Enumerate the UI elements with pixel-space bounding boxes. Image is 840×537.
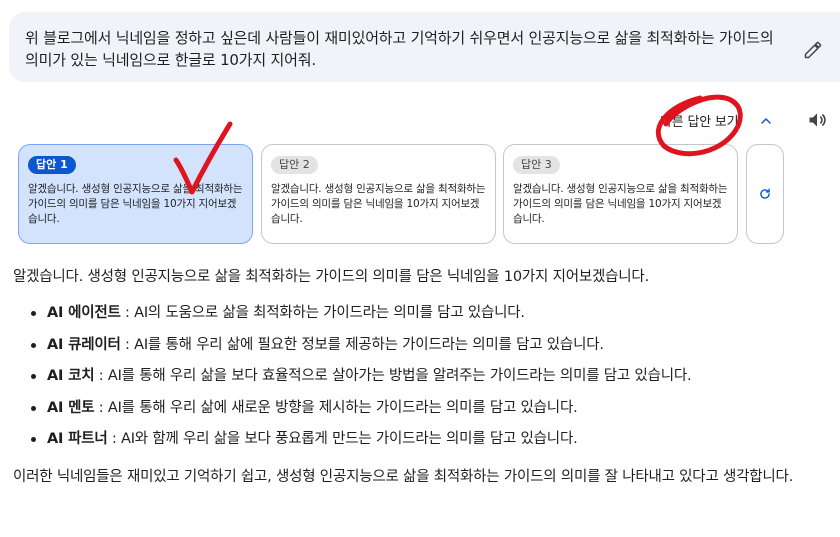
draft-card-2[interactable]: 답안 2 알겠습니다. 생성형 인공지능으로 삶을 최적화하는 가이드의 의미를… [261,144,496,244]
speaker-icon [809,113,826,127]
view-other-drafts-label: 다른 답안 보기 [660,114,739,130]
response-body: 알겠습니다. 생성형 인공지능으로 삶을 최적화하는 가이드의 의미를 담은 닉… [13,266,828,488]
nickname-desc: : AI를 통해 우리 삶에 새로운 방향을 제시하는 가이드라는 의미를 담고… [94,399,578,416]
nickname-name: AI 파트너 [47,431,108,447]
nickname-desc: : AI와 함께 우리 삶을 보다 풍요롭게 만드는 가이드라는 의미를 담고 … [107,431,578,447]
nickname-name: AI 큐레이터 [47,336,121,353]
draft-chip-1: 답안 1 [28,156,76,174]
nickname-desc: : AI를 통해 우리 삶에 필요한 정보를 제공하는 가이드라는 의미를 담고… [120,336,604,353]
pencil-icon [804,41,822,59]
read-aloud-button[interactable] [805,108,829,132]
draft-preview-1: 알겠습니다. 생성형 인공지능으로 삶을 최적화하는 가이드의 의미를 담은 닉… [28,183,243,225]
chevron-up-icon [761,118,771,124]
draft-card-1[interactable]: 답안 1 알겠습니다. 생성형 인공지능으로 삶을 최적화하는 가이드의 의미를… [18,144,253,244]
list-item: AI 큐레이터 : AI를 통해 우리 삶에 필요한 정보를 제공하는 가이드라… [29,334,828,366]
user-prompt-bubble: 위 블로그에서 닉네임을 정하고 싶은데 사람들이 재미있어하고 기억하기 쉬우… [9,12,840,82]
response-outro: 이러한 닉네임들은 재미있고 기억하기 쉽고, 생성형 인공지능으로 삶을 최적… [13,468,794,485]
view-other-drafts-toggle[interactable]: 다른 답안 보기 [660,108,739,132]
nickname-desc: : AI를 통해 우리 삶을 보다 효율적으로 살아가는 방법을 알려주는 가이… [94,368,692,384]
nickname-desc: : AI의 도움으로 삶을 최적화하는 가이드라는 의미를 담고 있습니다. [120,305,525,321]
nickname-name: AI 에이전트 [47,305,121,321]
draft-chip-3: 답안 3 [513,156,560,174]
list-item: AI 에이전트 : AI의 도움으로 삶을 최적화하는 가이드라는 의미를 담고… [29,302,828,334]
list-item: AI 코치 : AI를 통해 우리 삶을 보다 효율적으로 살아가는 방법을 알… [29,365,828,397]
list-item: AI 파트너 : AI와 함께 우리 삶을 보다 풍요롭게 만드는 가이드라는 … [29,428,828,460]
draft-preview-3: 알겠습니다. 생성형 인공지능으로 삶을 최적화하는 가이드의 의미를 담은 닉… [513,183,728,225]
draft-preview-2: 알겠습니다. 생성형 인공지능으로 삶을 최적화하는 가이드의 의미를 담은 닉… [271,183,486,225]
regenerate-drafts-button[interactable] [746,144,784,244]
nickname-name: AI 코치 [47,368,95,384]
user-prompt-text: 위 블로그에서 닉네임을 정하고 싶은데 사람들이 재미있어하고 기억하기 쉬우… [25,29,774,69]
list-item: AI 멘토 : AI를 통해 우리 삶에 새로운 방향을 제시하는 가이드라는 … [29,397,828,429]
nickname-name: AI 멘토 [47,399,95,416]
draft-chip-2: 답안 2 [271,156,318,174]
edit-prompt-button[interactable] [801,38,825,62]
draft-card-3[interactable]: 답안 3 알겠습니다. 생성형 인공지능으로 삶을 최적화하는 가이드의 의미를… [503,144,738,244]
response-intro: 알겠습니다. 생성형 인공지능으로 삶을 최적화하는 가이드의 의미를 담은 닉… [13,269,649,285]
collapse-drafts-button[interactable] [755,110,777,132]
refresh-icon [760,188,770,199]
nickname-list: AI 에이전트 : AI의 도움으로 삶을 최적화하는 가이드라는 의미를 담고… [13,302,828,460]
